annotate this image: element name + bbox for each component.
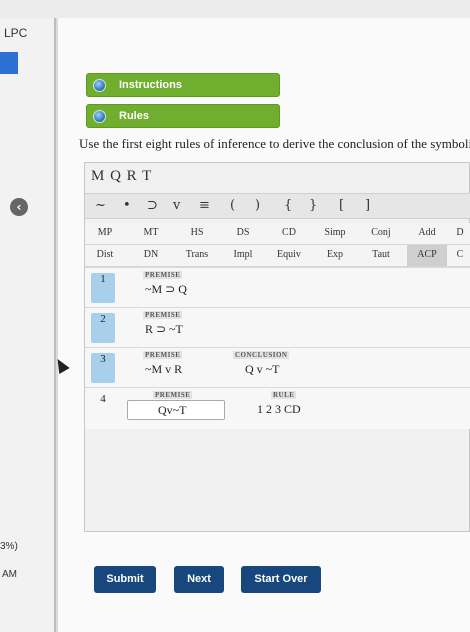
rule-mt[interactable]: MT (131, 227, 171, 238)
instructions-label: Instructions (119, 79, 182, 91)
symbol-toolbar: ~ • ⊃ v ≡ ( ) { } [ ] (85, 193, 470, 219)
rule-conj[interactable]: Conj (361, 227, 401, 238)
premise-tag: PREMISE (153, 391, 193, 399)
symbol-open-paren[interactable]: ( (230, 198, 235, 213)
symbol-open-bracket[interactable]: [ (339, 198, 344, 213)
rule-impl[interactable]: Impl (223, 249, 263, 260)
rule-dist[interactable]: Dist (85, 249, 125, 260)
rule-tag: RULE (271, 391, 297, 399)
sidebar-progress: 3%) (0, 541, 18, 552)
premise-tag: PREMISE (143, 311, 183, 319)
rule-cd[interactable]: CD (269, 227, 309, 238)
rules-table: MP MT HS DS CD Simp Conj Add D Dist DN T… (85, 223, 470, 267)
rule-add[interactable]: Add (407, 227, 447, 238)
submit-button[interactable]: Submit (94, 566, 156, 593)
symbol-tilde[interactable]: ~ (95, 198, 106, 213)
proof-line: 3 PREMISE ~M v R CONCLUSION Q v ~T (85, 347, 470, 387)
premise-tag: PREMISE (143, 271, 183, 279)
rule-mp[interactable]: MP (85, 227, 125, 238)
rule-taut[interactable]: Taut (361, 249, 401, 260)
symbol-dot[interactable]: • (123, 198, 131, 213)
proof-line: 4 PREMISE Qv~T RULE 1 2 3 CD (85, 387, 470, 429)
premise-formula: ~M v R (145, 362, 183, 376)
rule-hs[interactable]: HS (177, 227, 217, 238)
sidebar-active-item[interactable] (0, 52, 18, 74)
collapse-arrow-icon[interactable]: ‹ (10, 198, 28, 216)
sidebar-title: LPC (4, 26, 28, 40)
line-number: 4 (100, 393, 106, 405)
rule-simp[interactable]: Simp (315, 227, 355, 238)
rule-input[interactable]: 1 2 3 CD (257, 402, 301, 417)
variable-list: M Q R T (91, 168, 153, 184)
symbol-open-brace[interactable]: { (284, 198, 292, 213)
proof-line: 1 PREMISE ~M ⊃ Q (85, 267, 470, 307)
line-number: 2 (91, 313, 115, 343)
rules-row: MP MT HS DS CD Simp Conj Add D (85, 223, 470, 245)
next-button[interactable]: Next (174, 566, 224, 593)
conclusion-tag: CONCLUSION (233, 351, 290, 359)
conclusion-formula: Q v ~T (245, 362, 280, 376)
premise-formula: R ⊃ ~T (145, 322, 183, 336)
rule-exp[interactable]: Exp (315, 249, 355, 260)
premise-tag: PREMISE (143, 351, 183, 359)
rules-button[interactable]: Rules (86, 104, 280, 128)
proof-line: 2 PREMISE R ⊃ ~T (85, 307, 470, 347)
start-over-button[interactable]: Start Over (241, 566, 321, 593)
browser-top-strip (0, 0, 470, 18)
instruction-text: Use the first eight rules of inference t… (79, 136, 470, 151)
rule-equiv[interactable]: Equiv (269, 249, 309, 260)
premise-input-value: Qv~T (158, 403, 187, 417)
left-sidebar: LPC ‹ 3%) AM (0, 18, 56, 632)
rule-acp[interactable]: ACP (407, 245, 447, 266)
symbol-close-bracket[interactable]: ] (365, 198, 370, 213)
line-number: 3 (91, 353, 115, 383)
symbol-close-brace[interactable]: } (309, 198, 317, 213)
rule-ds[interactable]: DS (223, 227, 263, 238)
line-number: 1 (91, 273, 115, 303)
symbol-close-paren[interactable]: ) (255, 198, 260, 213)
symbol-wedge[interactable]: v (173, 198, 180, 213)
rules-label: Rules (119, 110, 149, 122)
premise-input[interactable]: Qv~T (127, 400, 225, 420)
symbol-triple-bar[interactable]: ≡ (199, 198, 210, 213)
globe-icon (93, 79, 106, 92)
symbol-horseshoe[interactable]: ⊃ (147, 198, 158, 213)
rule-d[interactable]: D (449, 227, 470, 238)
globe-icon (93, 110, 106, 123)
rule-trans[interactable]: Trans (177, 249, 217, 260)
instructions-button[interactable]: Instructions (86, 73, 280, 97)
premise-formula: ~M ⊃ Q (145, 282, 187, 296)
rule-c[interactable]: C (449, 249, 470, 260)
rule-dn[interactable]: DN (131, 249, 171, 260)
sidebar-time: AM (2, 569, 17, 580)
proof-panel: M Q R T ~ • ⊃ v ≡ ( ) { } [ ] MP MT HS D… (84, 162, 470, 532)
rules-row: Dist DN Trans Impl Equiv Exp Taut ACP C (85, 245, 470, 267)
